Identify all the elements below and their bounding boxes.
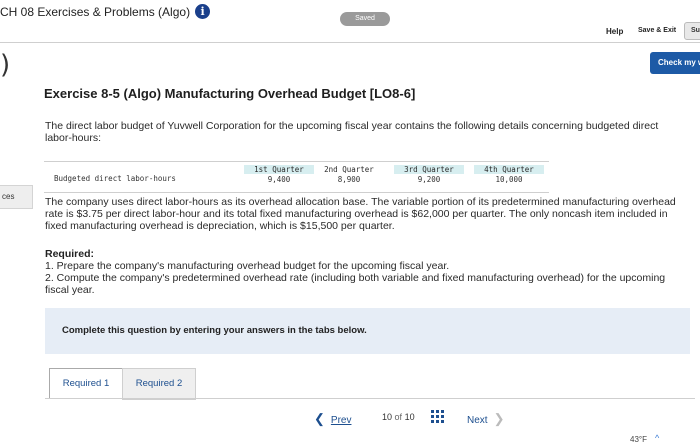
table-header-q1: 1st Quarter bbox=[244, 165, 314, 174]
table-cell-q3: 9,200 bbox=[417, 175, 441, 184]
tab-divider bbox=[45, 398, 695, 399]
total-pages: 10 bbox=[404, 412, 415, 422]
prev-label: Prev bbox=[330, 415, 352, 426]
required-item-1: 1. Prepare the company's manufacturing o… bbox=[45, 260, 450, 272]
assignment-title: CH 08 Exercises & Problems (Algo) i bbox=[0, 4, 211, 19]
tray-chevron-up-icon[interactable]: ^ bbox=[655, 433, 659, 443]
direct-labor-budget-table: Budgeted direct labor-hours 1st Quarter … bbox=[44, 161, 549, 193]
chevron-right-icon: ❯ bbox=[493, 411, 505, 426]
table-header-q2: 2nd Quarter bbox=[324, 165, 374, 174]
tab-required-2[interactable]: Required 2 bbox=[122, 368, 196, 400]
weather-temperature: 43°F bbox=[630, 435, 647, 444]
required-item-2: 2. Compute the company's predetermined o… bbox=[45, 272, 666, 296]
question-grid-icon[interactable] bbox=[431, 410, 444, 423]
page-of-label: of bbox=[394, 412, 403, 422]
exercise-description: The company uses direct labor-hours as i… bbox=[45, 196, 676, 232]
required-heading: Required: bbox=[45, 248, 95, 260]
exercise-intro: The direct labor budget of Yuvwell Corpo… bbox=[45, 120, 659, 144]
top-bar: CH 08 Exercises & Problems (Algo) i Save… bbox=[0, 0, 700, 43]
assignment-title-text: CH 08 Exercises & Problems (Algo) bbox=[0, 4, 191, 19]
save-exit-button[interactable]: Save & Exit bbox=[638, 27, 676, 34]
table-header-q4: 4th Quarter bbox=[474, 165, 544, 174]
saved-status-badge: Saved bbox=[340, 12, 390, 26]
resources-tab[interactable]: ces bbox=[0, 185, 33, 209]
info-icon[interactable]: i bbox=[195, 4, 211, 19]
help-button[interactable]: Help bbox=[606, 27, 623, 36]
prev-button[interactable]: ❮ Prev bbox=[314, 411, 351, 427]
table-cell-q1: 9,400 bbox=[267, 175, 291, 184]
table-cell-q2: 8,900 bbox=[337, 175, 361, 184]
table-header-q3: 3rd Quarter bbox=[394, 165, 464, 174]
page-indicator: 10 of 10 bbox=[382, 412, 415, 422]
submit-button[interactable]: Su bbox=[684, 22, 700, 40]
instructions-text: Complete this question by entering your … bbox=[62, 325, 367, 336]
next-button[interactable]: Next ❯ bbox=[467, 411, 504, 427]
table-row-label: Budgeted direct labor-hours bbox=[54, 174, 176, 183]
instructions-panel: Complete this question by entering your … bbox=[45, 308, 690, 354]
next-label: Next bbox=[467, 415, 488, 426]
exercise-title: Exercise 8-5 (Algo) Manufacturing Overhe… bbox=[44, 86, 416, 101]
chevron-left-icon: ❮ bbox=[314, 411, 325, 426]
check-my-work-button[interactable]: Check my w bbox=[650, 52, 700, 74]
current-page: 10 bbox=[382, 412, 393, 422]
tab-required-1[interactable]: Required 1 bbox=[49, 368, 123, 399]
table-cell-q4: 10,000 bbox=[495, 175, 523, 184]
back-chevron-icon[interactable]: ) bbox=[0, 50, 10, 80]
